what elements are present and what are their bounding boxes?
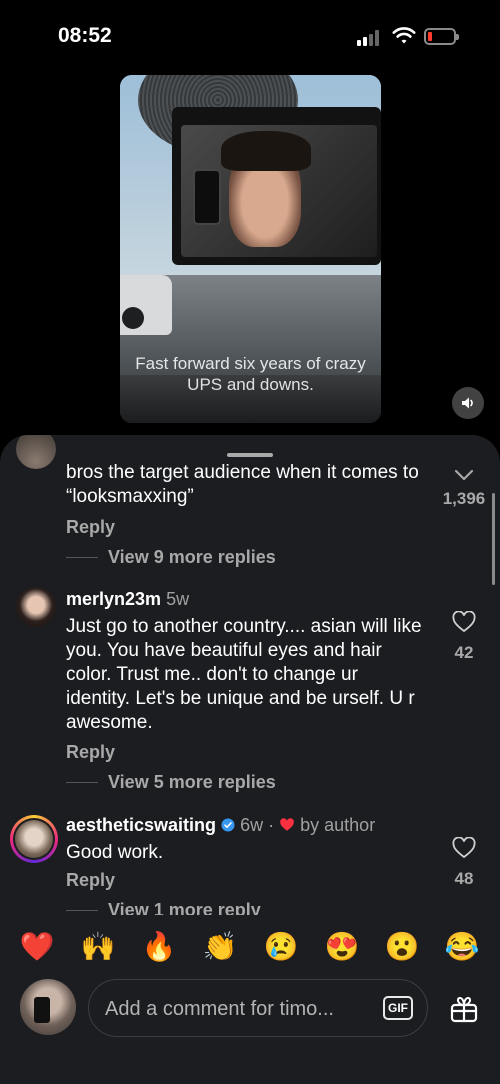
reply-button[interactable]: Reply (66, 517, 115, 538)
gift-icon[interactable] (448, 993, 480, 1025)
comment-input[interactable]: Add a comment for timo... GIF (88, 979, 428, 1037)
heart-icon[interactable] (452, 611, 476, 633)
mute-button[interactable] (452, 387, 484, 419)
emoji-heart-eyes-button[interactable]: 😍 (324, 929, 360, 965)
emoji-clapping-button[interactable]: 👏 (202, 929, 238, 965)
status-bar: 08:52 (0, 0, 500, 70)
comment-text: Good work. (66, 842, 164, 863)
quick-emoji-bar: ❤️ 🙌 🔥 👏 😢 😍 😮 😂 (0, 915, 500, 977)
sheet-drag-handle[interactable] (227, 453, 273, 457)
meta-separator: · (268, 815, 275, 835)
reply-button[interactable]: Reply (66, 742, 115, 763)
emoji-raised-hands-button[interactable]: 🙌 (80, 929, 116, 965)
comment-age: 5w (166, 589, 190, 609)
current-user-avatar (20, 979, 76, 1035)
author-liked-heart-icon (280, 818, 294, 831)
commenter-avatar[interactable] (16, 587, 56, 627)
like-count: 42 (454, 643, 474, 662)
comment-username[interactable]: aestheticswaiting 6w · by author (66, 815, 375, 836)
reply-button[interactable]: Reply (66, 870, 115, 891)
commenter-avatar-story-ring[interactable] (10, 815, 58, 863)
liked-by-author-label: by author (300, 815, 376, 835)
cellular-signal-icon (357, 30, 383, 46)
battery-icon (424, 28, 459, 45)
wifi-icon (392, 27, 416, 44)
emoji-surprised-button[interactable]: 😮 (384, 929, 420, 965)
emoji-fire-button[interactable]: 🔥 (141, 929, 177, 965)
heart-icon[interactable] (452, 837, 476, 859)
replies-divider (66, 782, 98, 783)
collapse-chevron-icon[interactable] (452, 463, 476, 485)
comment-age: 6w (240, 815, 264, 835)
phone-in-reflection (193, 169, 221, 225)
comment-composer: Add a comment for timo... GIF (0, 977, 500, 1084)
speaker-icon (462, 397, 473, 409)
gif-button[interactable]: GIF (383, 996, 413, 1020)
replies-divider (66, 910, 98, 911)
replies-divider (66, 557, 98, 558)
like-count: 1,396 (442, 489, 486, 508)
comment-text: bros the target audience when it comes t… (66, 462, 419, 507)
comment-text: Just go to another country.... asian wil… (66, 616, 422, 733)
video-caption: Fast forward six years of crazy UPS and … (135, 354, 366, 394)
emoji-red-heart-button[interactable]: ❤️ (19, 929, 55, 965)
emoji-laughing-button[interactable]: 😂 (444, 929, 480, 965)
commenter-avatar[interactable] (16, 435, 56, 469)
verified-badge-icon (221, 818, 235, 832)
comment-username[interactable]: merlyn23m 5w (66, 589, 189, 610)
view-more-replies-button[interactable]: View 9 more replies (108, 547, 276, 568)
comment-input-placeholder: Add a comment for timo... (105, 998, 334, 1020)
rearview-mirror (172, 107, 381, 265)
view-more-replies-button[interactable]: View 5 more replies (108, 772, 276, 793)
video-preview[interactable]: Fast forward six years of crazy UPS and … (120, 75, 381, 423)
status-time: 08:52 (58, 24, 112, 47)
emoji-crying-button[interactable]: 😢 (263, 929, 299, 965)
video-frame-wheel (122, 307, 144, 329)
like-count: 48 (454, 869, 474, 888)
